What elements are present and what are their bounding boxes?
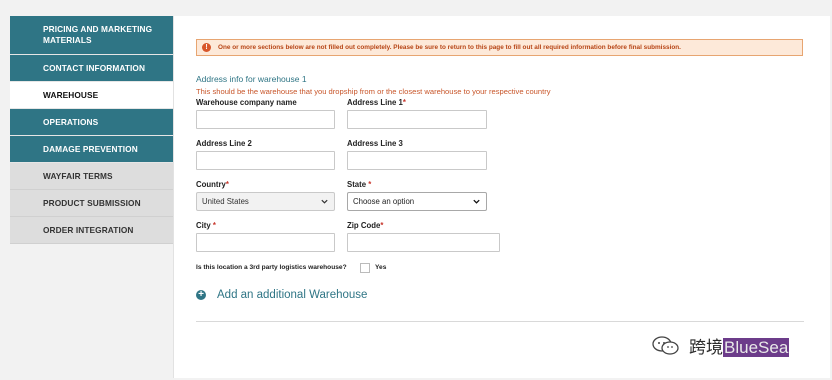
- address-line-3-field[interactable]: [347, 151, 487, 170]
- address-line-1-field[interactable]: [347, 110, 487, 129]
- sidebar-item-wayfair-terms[interactable]: WAYFAIR TERMS: [10, 163, 173, 190]
- chevron-down-icon: [473, 199, 480, 204]
- country-label: Country*: [196, 180, 229, 189]
- zip-code-label: Zip Code*: [347, 221, 384, 230]
- country-select[interactable]: United States: [196, 192, 335, 211]
- sidebar-item-label: WAYFAIR TERMS: [43, 171, 113, 181]
- chevron-down-icon: [321, 199, 328, 204]
- third-party-yes-checkbox[interactable]: [360, 263, 370, 273]
- sidebar-item-label: CONTACT INFORMATION: [43, 63, 146, 73]
- zip-code-field[interactable]: [347, 233, 500, 252]
- sidebar-item-label: DAMAGE PREVENTION: [43, 144, 138, 154]
- add-warehouse-label: Add an additional Warehouse: [217, 289, 368, 301]
- required-marker: *: [368, 180, 372, 189]
- state-label: State *: [347, 180, 372, 189]
- country-value: United States: [202, 197, 249, 206]
- sidebar-item-label: PRODUCT SUBMISSION: [43, 198, 141, 208]
- watermark: 跨境BlueSea: [651, 333, 790, 358]
- sidebar: PRICING AND MARKETING MATERIALS CONTACT …: [10, 16, 173, 244]
- sidebar-item-pricing-marketing[interactable]: PRICING AND MARKETING MATERIALS: [10, 16, 173, 55]
- required-marker: *: [212, 221, 216, 230]
- sidebar-item-warehouse[interactable]: WAREHOUSE: [10, 82, 173, 109]
- address-line-2-label: Address Line 2: [196, 139, 252, 148]
- third-party-yes-label: Yes: [375, 264, 387, 271]
- sidebar-item-damage-prevention[interactable]: DAMAGE PREVENTION: [10, 136, 173, 163]
- incomplete-sections-alert: ! One or more sections below are not fil…: [196, 39, 803, 56]
- required-marker: *: [225, 180, 229, 189]
- sidebar-item-order-integration[interactable]: ORDER INTEGRATION: [10, 217, 173, 244]
- sidebar-item-label: PRICING AND MARKETING MATERIALS: [43, 24, 153, 45]
- company-name-field[interactable]: [196, 110, 335, 129]
- sidebar-item-product-submission[interactable]: PRODUCT SUBMISSION: [10, 190, 173, 217]
- address-line-3-label: Address Line 3: [347, 139, 403, 148]
- alert-text: One or more sections below are not fille…: [218, 44, 681, 51]
- state-select[interactable]: Choose an option: [347, 192, 487, 211]
- required-marker: *: [402, 98, 406, 107]
- watermark-text: 跨境BlueSea: [689, 338, 790, 357]
- required-marker: *: [380, 221, 384, 230]
- divider: [196, 321, 804, 322]
- section-title: Address info for warehouse 1: [196, 74, 307, 84]
- sidebar-item-label: ORDER INTEGRATION: [43, 225, 134, 235]
- top-bar: [0, 0, 832, 16]
- address-line-2-field[interactable]: [196, 151, 335, 170]
- address-line-1-label: Address Line 1*: [347, 98, 406, 107]
- company-name-label: Warehouse company name: [196, 98, 297, 107]
- section-note: This should be the warehouse that you dr…: [196, 87, 551, 96]
- wechat-icon: [652, 335, 679, 355]
- sidebar-item-label: WAREHOUSE: [43, 90, 99, 100]
- sidebar-item-operations[interactable]: OPERATIONS: [10, 109, 173, 136]
- state-value: Choose an option: [353, 197, 415, 206]
- sidebar-item-label: OPERATIONS: [43, 117, 99, 127]
- plus-circle-icon: +: [196, 290, 206, 300]
- sidebar-item-contact-information[interactable]: CONTACT INFORMATION: [10, 55, 173, 82]
- city-field[interactable]: [196, 233, 335, 252]
- exclamation-icon: !: [202, 43, 211, 52]
- add-warehouse-button[interactable]: + Add an additional Warehouse: [196, 289, 367, 301]
- city-label: City *: [196, 221, 216, 230]
- third-party-question: Is this location a 3rd party logistics w…: [196, 264, 347, 271]
